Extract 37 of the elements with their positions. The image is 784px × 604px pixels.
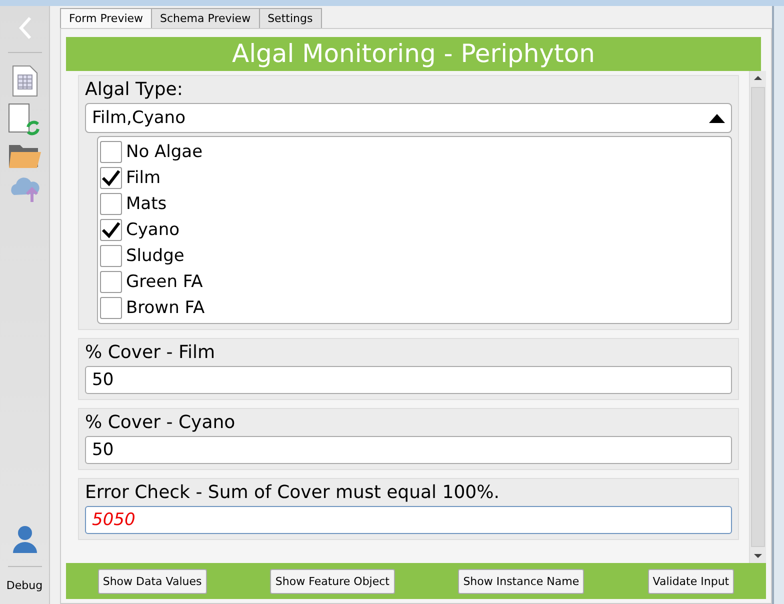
debug-label[interactable]: Debug xyxy=(6,579,43,592)
checkbox[interactable] xyxy=(100,219,122,241)
option-label[interactable]: Film xyxy=(126,168,161,188)
dropdown-field[interactable]: Film,Cyano xyxy=(85,103,732,133)
checkbox[interactable] xyxy=(100,271,122,293)
checkbox[interactable] xyxy=(100,167,122,189)
tab[interactable]: Settings xyxy=(258,8,322,28)
text-field[interactable]: 50 xyxy=(85,366,732,394)
document-refresh-icon[interactable] xyxy=(8,103,42,137)
checkbox[interactable] xyxy=(100,245,122,267)
option-label[interactable]: Sludge xyxy=(126,246,184,266)
tab[interactable]: Form Preview xyxy=(60,8,152,28)
field-label: Algal Type: xyxy=(85,79,184,100)
field-label: % Cover - Cyano xyxy=(85,412,236,433)
text-field[interactable]: 5050 xyxy=(85,506,732,534)
option-label[interactable]: Mats xyxy=(126,194,167,214)
option-label[interactable]: Green FA xyxy=(126,272,203,292)
action-button[interactable]: Validate Input xyxy=(648,568,734,594)
form-title-banner: Algal Monitoring - Periphyton xyxy=(66,37,761,71)
field-label: % Cover - Film xyxy=(85,342,216,363)
text-field[interactable]: 50 xyxy=(85,436,732,464)
spreadsheet-icon[interactable] xyxy=(12,65,38,97)
caret-icon xyxy=(709,113,725,123)
action-button[interactable]: Show Instance Name xyxy=(458,568,584,594)
field-label: Error Check - Sum of Cover must equal 100%. xyxy=(85,482,500,503)
action-button[interactable]: Show Feature Object xyxy=(270,568,394,594)
checkbox[interactable] xyxy=(100,193,122,215)
option-label[interactable]: Brown FA xyxy=(126,298,205,318)
checkbox[interactable] xyxy=(100,297,122,319)
folder-icon[interactable] xyxy=(8,143,42,169)
option-label[interactable]: No Algae xyxy=(126,142,203,162)
checkbox[interactable] xyxy=(100,141,122,163)
scrollbar[interactable] xyxy=(749,71,766,563)
option-label[interactable]: Cyano xyxy=(126,220,180,240)
action-button[interactable]: Show Data Values xyxy=(98,568,207,594)
user-icon[interactable] xyxy=(12,524,38,554)
tab[interactable]: Schema Preview xyxy=(151,8,260,28)
